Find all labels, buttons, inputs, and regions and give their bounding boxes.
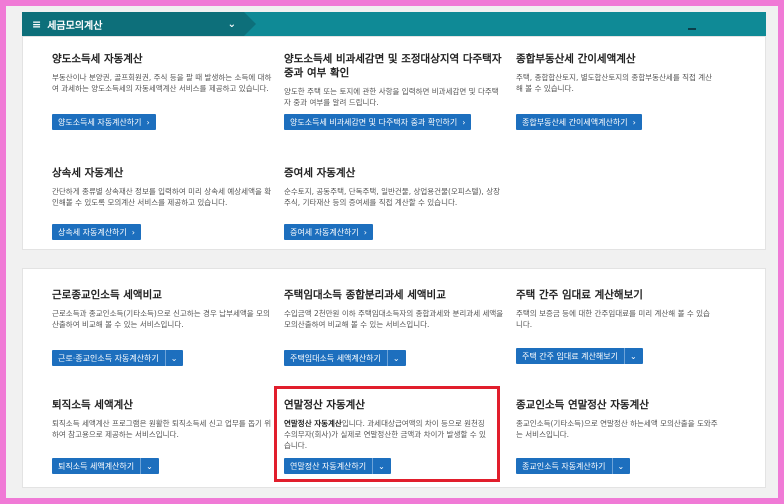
gift-tax-calc-button[interactable]: 증여세 자동계산하기 ›	[284, 224, 373, 240]
card-title: 상속세 자동계산	[52, 167, 124, 179]
card-title: 종교인소득 연말정산 자동계산	[516, 399, 649, 411]
card-desc: 주택의 보증금 등에 대한 간주임대료를 미리 계산해 볼 수 있습니다.	[516, 309, 710, 329]
chevron-down-icon[interactable]: ⌄	[228, 19, 236, 30]
card-title: 주택임대소득 종합분리과세 세액비교	[284, 289, 446, 301]
menu-label: 세금모의계산	[47, 20, 103, 32]
card-retirement-income-tax: 퇴직소득 세액계산 퇴직소득 세액계산 프로그램은 원활한 퇴직소득세 신고 업…	[52, 398, 272, 440]
card-desc: 수입금액 2천만원 이하 주택임대소득자의 종합과세와 분리과세 세액을 모의산…	[284, 309, 504, 329]
arrow-right-icon: ›	[363, 227, 367, 237]
chevron-down-icon[interactable]: ⌄	[140, 458, 153, 474]
button-label: 근로·종교인소득 자동계산하기	[58, 353, 159, 363]
highlight-box	[274, 386, 500, 482]
card-title: 양도소득세 자동계산	[52, 53, 143, 65]
card-desc: 양도한 주택 또는 토지에 관한 사항을 입력하면 비과세감면 및 다주택자 중…	[284, 87, 499, 107]
card-desc: 퇴직소득 세액계산 프로그램은 원활한 퇴직소득세 신고 업무를 돕기 위하여 …	[52, 419, 272, 439]
card-desc: 근로소득과 종교인소득(기타소득)으로 신고하는 경우 납부세액을 모의산출하여…	[52, 309, 270, 329]
card-deemed-rent: 주택 간주 임대료 계산해보기 주택의 보증금 등에 대한 간주임대료를 미리 …	[516, 288, 716, 330]
arrow-right-icon: ›	[462, 117, 466, 127]
button-label: 퇴직소득 세액계산하기	[58, 461, 135, 471]
deemed-rent-calc-button[interactable]: 주택 간주 임대료 계산해보기 ⌄	[516, 348, 643, 364]
card-housing-rental-compare: 주택임대소득 종합분리과세 세액비교 수입금액 2천만원 이하 주택임대소득자의…	[284, 288, 504, 330]
religious-income-calc-button[interactable]: 근로·종교인소득 자동계산하기 ⌄	[52, 350, 184, 366]
inheritance-tax-calc-button[interactable]: 상속세 자동계산하기 ›	[52, 224, 141, 240]
card-desc: 부동산이나 분양권, 골프회원권, 주식 등을 팔 때 발생하는 소득에 대하여…	[52, 73, 272, 93]
tab-tail-shape	[244, 12, 256, 36]
card-religious-income-compare: 근로종교인소득 세액비교 근로소득과 종교인소득(기타소득)으로 신고하는 경우…	[52, 288, 272, 330]
card-religious-year-end: 종교인소득 연말정산 자동계산 종교인소득(기타소득)으로 연말정산 하는세액 …	[516, 398, 722, 440]
transfer-exemption-check-button[interactable]: 양도소득세 비과세감면 및 다주택자 중과 확인하기 ›	[284, 114, 472, 130]
button-label: 증여세 자동계산하기	[290, 227, 359, 237]
religious-income-year-end-calc-button[interactable]: 종교인소득 자동계산하기 ⌄	[516, 458, 631, 474]
card-transfer-tax: 양도소득세 자동계산 부동산이나 분양권, 골프회원권, 주식 등을 팔 때 발…	[52, 52, 272, 94]
card-gift-tax: 증여세 자동계산 순수토지, 공동주택, 단독주택, 일반건물, 상업용건물(오…	[284, 166, 504, 208]
transfer-tax-calc-button[interactable]: 양도소득세 자동계산하기 ›	[52, 114, 156, 130]
chevron-down-icon[interactable]: ⌄	[611, 458, 624, 474]
card-title: 주택 간주 임대료 계산해보기	[516, 289, 643, 301]
button-label: 주택임대소득 세액계산하기	[290, 353, 381, 363]
card-title: 근로종교인소득 세액비교	[52, 289, 162, 301]
card-inheritance-tax: 상속세 자동계산 간단하게 종류별 상속재산 정보를 입력하여 미리 상속세 예…	[52, 166, 272, 208]
retirement-tax-calc-button[interactable]: 퇴직소득 세액계산하기 ⌄	[52, 458, 159, 474]
chevron-down-icon[interactable]: ⌄	[623, 348, 637, 364]
housing-rental-calc-button[interactable]: 주택임대소득 세액계산하기 ⌄	[284, 350, 406, 366]
card-desc: 간단하게 종류별 상속재산 정보를 입력하여 미리 상속세 예상세액을 확인해볼…	[52, 187, 272, 207]
card-title: 퇴직소득 세액계산	[52, 399, 133, 411]
button-label: 종교인소득 자동계산하기	[522, 461, 606, 471]
card-transfer-exemption: 양도소득세 비과세감면 및 조정대상지역 다주택자 중과 여부 확인 양도한 주…	[284, 52, 504, 108]
arrow-right-icon: ›	[632, 117, 636, 127]
button-label: 주택 간주 임대료 계산해보기	[522, 351, 618, 361]
chevron-down-icon[interactable]: ⌄	[386, 350, 400, 366]
top-menu-bar: ≡ 세금모의계산 ⌄	[22, 12, 766, 36]
card-title: 양도소득세 비과세감면 및 조정대상지역 다주택자 중과 여부 확인	[284, 53, 502, 79]
tax-simulation-menu[interactable]: ≡ 세금모의계산 ⌄	[22, 12, 244, 36]
arrow-right-icon: ›	[131, 227, 135, 237]
card-desc: 순수토지, 공동주택, 단독주택, 일반건물, 상업용건물(오피스텔), 상장주…	[284, 187, 500, 207]
chevron-down-icon[interactable]: ⌄	[164, 350, 177, 366]
button-label: 양도소득세 비과세감면 및 다주택자 중과 확인하기	[290, 117, 458, 127]
card-title: 증여세 자동계산	[284, 167, 356, 179]
menu-icon: ≡	[32, 17, 42, 31]
comprehensive-tax-calc-button[interactable]: 종합부동산세 간이세액계산하기 ›	[516, 114, 642, 130]
arrow-right-icon: ›	[146, 117, 150, 127]
card-desc: 주택, 종합합산토지, 별도합산토지의 종합부동산세를 직접 계산해 볼 수 있…	[516, 73, 713, 93]
button-label: 양도소득세 자동계산하기	[58, 117, 142, 127]
button-label: 종합부동산세 간이세액계산하기	[522, 117, 628, 127]
card-title: 종합부동산세 간이세액계산	[516, 53, 636, 65]
card-desc: 종교인소득(기타소득)으로 연말정산 하는세액 모의산출을 도와주는 서비스입니…	[516, 419, 718, 439]
card-comprehensive-real-estate-tax: 종합부동산세 간이세액계산 주택, 종합합산토지, 별도합산토지의 종합부동산세…	[516, 52, 716, 94]
divider-mark	[688, 28, 696, 30]
button-label: 상속세 자동계산하기	[58, 227, 127, 237]
